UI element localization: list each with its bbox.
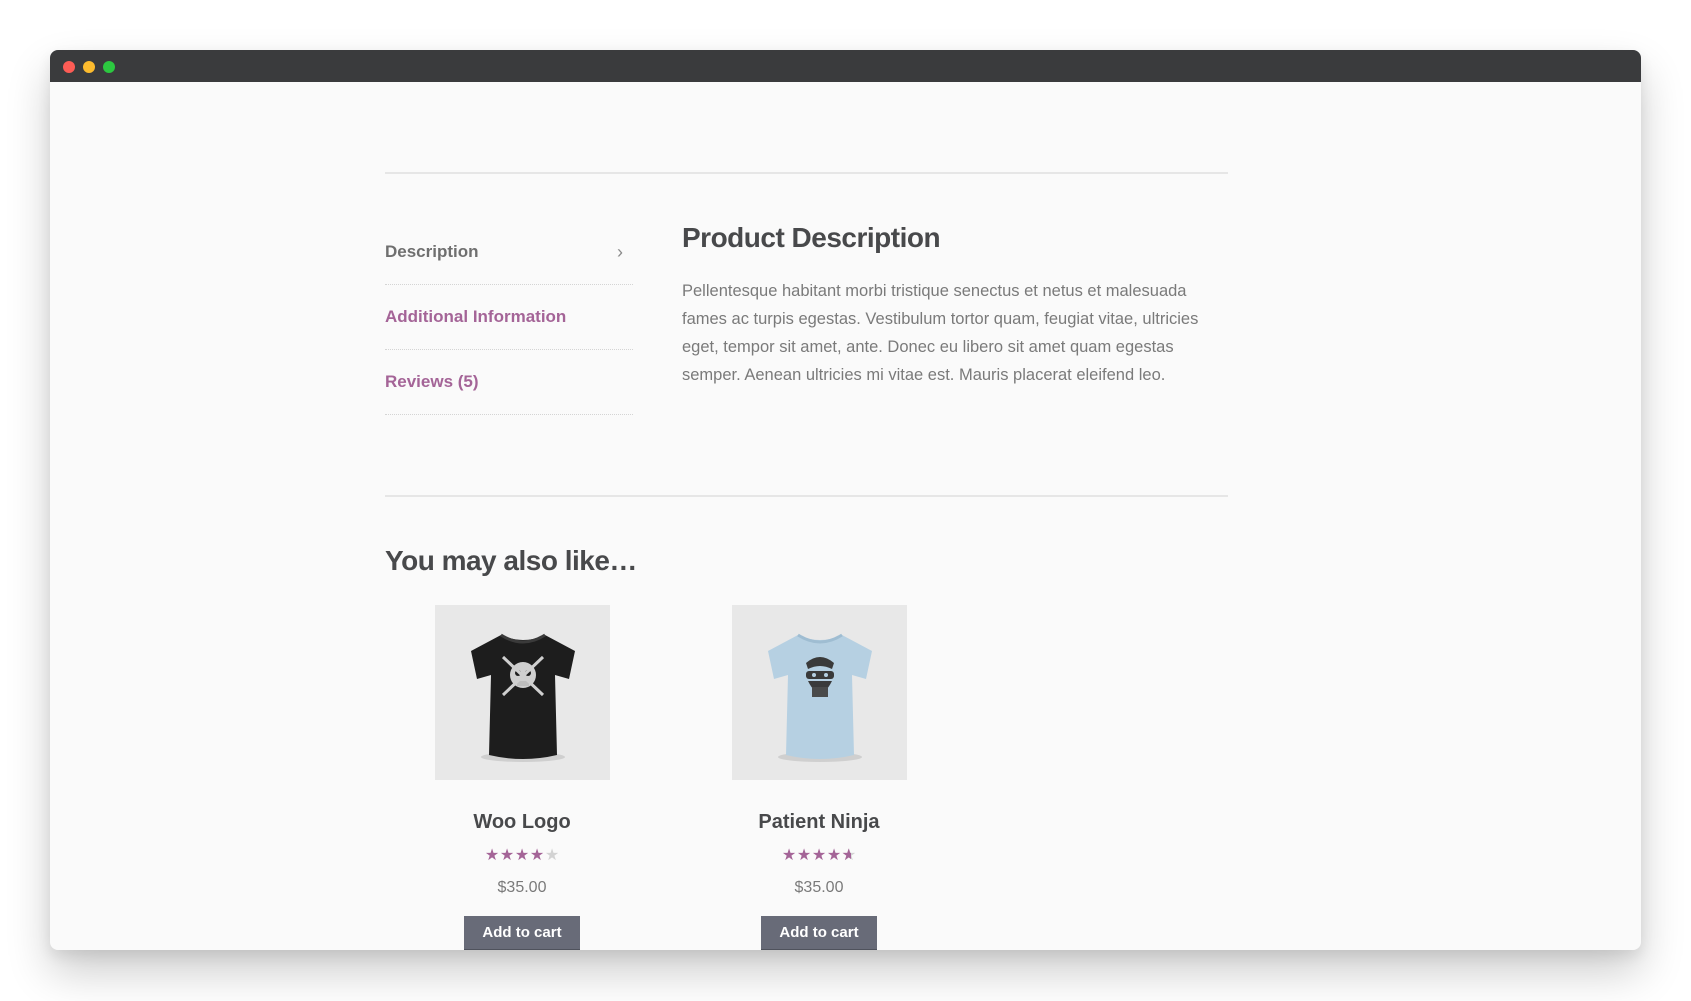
product-tabs: Description › Additional Information Rev… xyxy=(385,220,633,415)
description-text: Pellentesque habitant morbi tristique se… xyxy=(682,282,1199,384)
tab-label: Additional Information xyxy=(385,307,567,326)
star-empty-icon: ★ xyxy=(544,847,560,864)
zoom-window-icon[interactable] xyxy=(103,61,115,73)
chevron-right-icon: › xyxy=(617,242,623,262)
star-icon: ★ xyxy=(811,847,827,864)
close-window-icon[interactable] xyxy=(63,61,75,73)
product-image-black-tshirt[interactable] xyxy=(434,605,610,780)
page-content: Description › Additional Information Rev… xyxy=(50,82,1641,950)
product-price: $35.00 xyxy=(497,879,547,896)
product-price: $35.00 xyxy=(794,879,844,896)
browser-window: Description › Additional Information Rev… xyxy=(50,50,1641,950)
tab-label: Reviews (5) xyxy=(385,372,479,391)
minimize-window-icon[interactable] xyxy=(83,61,95,73)
star-icon: ★ xyxy=(529,847,545,864)
tab-reviews[interactable]: Reviews (5) xyxy=(385,350,633,415)
tab-label: Description xyxy=(385,242,479,261)
tab-description[interactable]: Description › xyxy=(385,220,633,285)
window-titlebar xyxy=(50,50,1641,82)
product-name[interactable]: Woo Logo xyxy=(402,810,642,834)
description-title: Product Description xyxy=(682,222,941,253)
star-icon: ★ xyxy=(514,847,530,864)
star-rating: ★ ★ ★ ★ ★ xyxy=(402,848,642,864)
star-icon: ★ xyxy=(781,847,797,864)
description-panel: Product Description Pellentesque habitan… xyxy=(682,222,1242,389)
product-card-patient-ninja: Patient Ninja ★ ★ ★ ★ ★ $35.00 Add to ca… xyxy=(699,605,939,950)
tab-additional-information[interactable]: Additional Information xyxy=(385,285,633,350)
divider xyxy=(385,172,1228,174)
star-rating: ★ ★ ★ ★ ★ xyxy=(699,847,939,865)
add-to-cart-button[interactable]: Add to cart xyxy=(464,916,580,950)
product-card-woo-logo: Woo Logo ★ ★ ★ ★ ★ $35.00 Add to cart xyxy=(402,605,642,950)
related-products-title: You may also like… xyxy=(385,545,637,576)
product-image-blue-tshirt[interactable] xyxy=(731,605,907,780)
star-icon: ★ xyxy=(499,847,515,864)
star-icon: ★ xyxy=(796,847,812,864)
product-name[interactable]: Patient Ninja xyxy=(699,810,939,834)
add-to-cart-button[interactable]: Add to cart xyxy=(761,916,877,950)
divider xyxy=(385,495,1228,497)
star-icon: ★ xyxy=(826,847,842,864)
star-icon: ★ xyxy=(484,847,500,864)
star-half-icon: ★ xyxy=(842,848,857,865)
